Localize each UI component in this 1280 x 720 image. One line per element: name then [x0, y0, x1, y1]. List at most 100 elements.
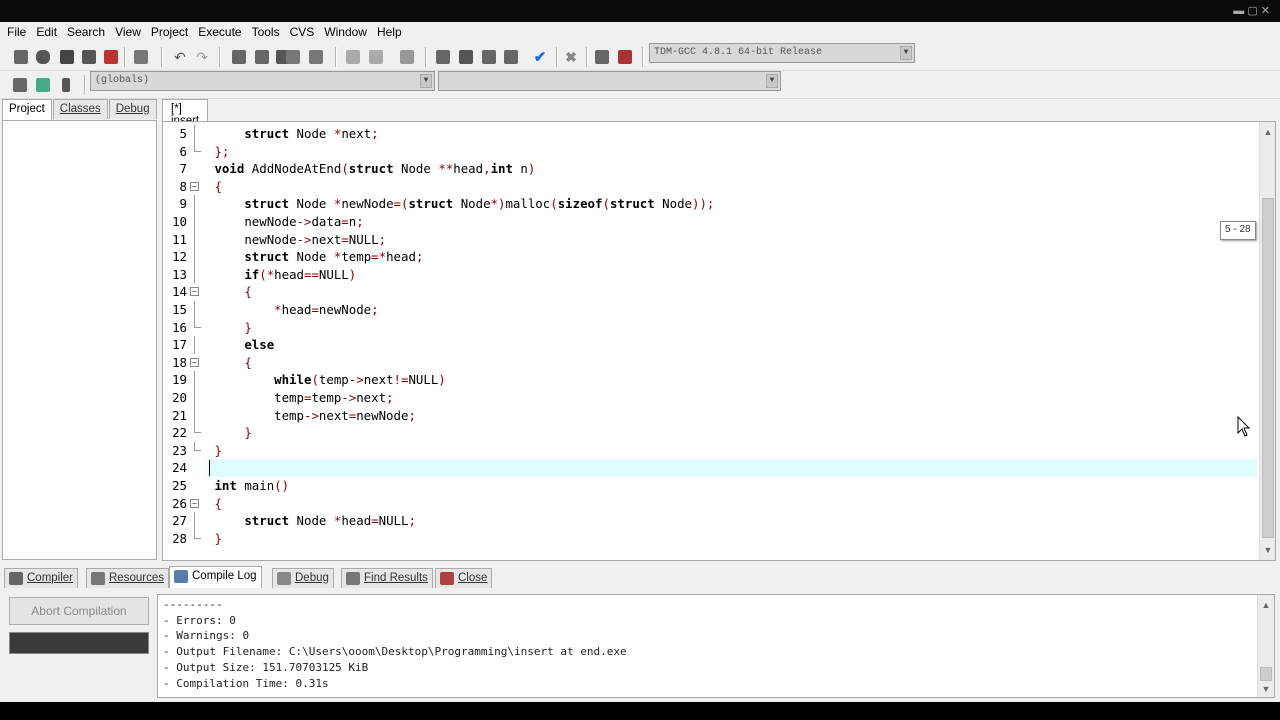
indent-icon[interactable] — [283, 47, 303, 67]
debug-icon[interactable] — [615, 47, 635, 67]
code-line[interactable]: { — [207, 178, 1257, 196]
code-line[interactable]: { — [207, 495, 1257, 513]
print-icon[interactable] — [131, 47, 151, 67]
menu-search[interactable]: Search — [64, 25, 112, 39]
code-line[interactable]: } — [207, 424, 1257, 442]
menu-view[interactable]: View — [112, 25, 148, 39]
compile-log-output[interactable]: ▲ ▼ --------- - Errors: 0 - Warnings: 0 - O… — [157, 594, 1275, 698]
code-line[interactable]: }; — [207, 143, 1257, 161]
code-line[interactable]: newNode->data=n; — [207, 213, 1257, 231]
line-number: 23 — [172, 442, 187, 458]
code-line[interactable]: temp=temp->next; — [207, 389, 1257, 407]
tab-compile-log[interactable]: Compile Log — [169, 566, 262, 588]
window-controls[interactable]: ▬ ▢ ✕ — [1233, 4, 1270, 17]
log-scrollbar[interactable]: ▲ ▼ — [1257, 595, 1274, 697]
menu-window[interactable]: Window — [321, 25, 374, 39]
compiler-select[interactable]: TDM-GCC 4.8.1 64-bit Release ▼ — [649, 43, 915, 63]
code-line[interactable]: } — [207, 530, 1257, 548]
fold-end-marker — [194, 441, 201, 451]
tab-close[interactable]: Close — [435, 568, 493, 588]
save-all-icon[interactable] — [79, 47, 99, 67]
code-line[interactable]: { — [207, 283, 1257, 301]
menu-tools[interactable]: Tools — [249, 25, 287, 39]
insert-icon[interactable] — [33, 75, 53, 95]
code-area[interactable]: struct Node *next; }; void AddNodeAtEnd(… — [207, 122, 1257, 560]
code-line[interactable]: temp->next=newNode; — [207, 407, 1257, 425]
code-line[interactable]: newNode->next=NULL; — [207, 231, 1257, 249]
open-file-icon[interactable] — [33, 47, 53, 67]
code-line[interactable]: } — [207, 319, 1257, 337]
scroll-up-icon[interactable]: ▲ — [1258, 597, 1274, 613]
menu-cvs[interactable]: CVS — [287, 25, 322, 39]
code-line[interactable]: while(temp->next!=NULL) — [207, 371, 1257, 389]
code-line[interactable]: else — [207, 336, 1257, 354]
code-line[interactable]: int main() — [207, 477, 1257, 495]
undo-icon[interactable]: ↶ — [170, 47, 190, 67]
scroll-up-icon[interactable]: ▲ — [1260, 124, 1275, 140]
syntax-check-icon[interactable]: ✔ — [530, 47, 550, 67]
tab-resources[interactable]: Resources — [86, 568, 169, 588]
chevron-down-icon: ▼ — [900, 46, 912, 60]
code-line[interactable]: struct Node *temp=*head; — [207, 248, 1257, 266]
fold-line-marker — [194, 125, 195, 143]
line-number: 13 — [172, 266, 187, 282]
fold-toggle-icon[interactable]: − — [190, 287, 199, 297]
run-icon[interactable] — [456, 47, 476, 67]
menu-execute[interactable]: Execute — [195, 25, 248, 39]
rebuild-all-icon[interactable] — [501, 47, 521, 67]
tab-debug[interactable]: Debug — [108, 99, 157, 119]
menu-project[interactable]: Project — [148, 25, 195, 39]
tab-classes[interactable]: Classes — [52, 99, 108, 119]
scope-select[interactable]: (globals) ▼ — [90, 71, 435, 91]
unindent-icon[interactable] — [306, 47, 326, 67]
tab-debug-bottom[interactable]: Debug — [272, 568, 334, 588]
gutter-line: 21 — [163, 406, 207, 425]
fold-toggle-icon[interactable]: − — [190, 357, 199, 367]
scroll-thumb[interactable] — [1262, 198, 1274, 538]
code-line[interactable]: if(*head==NULL) — [207, 266, 1257, 284]
code-line[interactable]: { — [207, 354, 1257, 372]
save-icon[interactable] — [57, 47, 77, 67]
code-line[interactable] — [207, 459, 1257, 477]
replace-icon[interactable] — [252, 47, 272, 67]
tab-project[interactable]: Project — [2, 99, 52, 121]
code-line[interactable]: struct Node *next; — [207, 125, 1257, 143]
log-line: - Output Filename: C:\Users\ooom\Desktop… — [163, 645, 627, 659]
code-line[interactable]: } — [207, 442, 1257, 460]
fold-toggle-icon[interactable]: − — [190, 498, 199, 508]
tab-compiler[interactable]: Compiler — [4, 568, 79, 588]
secondary-toolbar: (globals) ▼ ▼ — [0, 71, 1280, 99]
stop-icon[interactable]: ✖ — [561, 47, 581, 67]
code-line[interactable]: struct Node *newNode=(struct Node*)mallo… — [207, 195, 1257, 213]
fold-line-marker — [194, 301, 195, 319]
redo-icon[interactable]: ↷ — [192, 47, 212, 67]
code-editor[interactable]: 5 6 7 8−9 10 11 12 13 14−15 16 17 18−19 20 21 22 23 24 25… — [162, 121, 1276, 561]
editor-scrollbar[interactable]: ▲ ▼ — [1259, 122, 1275, 560]
scroll-thumb[interactable] — [1260, 667, 1272, 681]
tab-insert-at-end[interactable]: [*] insert at end.c — [162, 99, 209, 151]
close-file-icon[interactable] — [101, 47, 121, 67]
find-icon[interactable] — [229, 47, 249, 67]
scroll-down-icon[interactable]: ▼ — [1258, 681, 1274, 697]
project-tree[interactable] — [2, 120, 157, 560]
forward-icon[interactable] — [366, 47, 386, 67]
tab-find-results[interactable]: Find Results — [341, 568, 433, 588]
toggle-icon[interactable] — [56, 75, 76, 95]
scroll-down-icon[interactable]: ▼ — [1260, 542, 1275, 558]
back-icon[interactable] — [343, 47, 363, 67]
profile-icon[interactable] — [592, 47, 612, 67]
bookmark-icon[interactable] — [397, 47, 417, 67]
new-file-icon[interactable] — [11, 47, 31, 67]
abort-compilation-button[interactable]: Abort Compilation — [9, 597, 149, 625]
compile-run-icon[interactable] — [479, 47, 499, 67]
code-line[interactable]: struct Node *head=NULL; — [207, 512, 1257, 530]
menu-file[interactable]: File — [4, 25, 33, 39]
fold-toggle-icon[interactable]: − — [190, 181, 199, 191]
function-select[interactable]: ▼ — [438, 71, 781, 91]
code-line[interactable]: *head=newNode; — [207, 301, 1257, 319]
compile-icon[interactable] — [433, 47, 453, 67]
new-class-icon[interactable] — [10, 75, 30, 95]
menu-help[interactable]: Help — [374, 25, 409, 39]
menu-edit[interactable]: Edit — [33, 25, 64, 39]
code-line[interactable]: void AddNodeAtEnd(struct Node **head,int… — [207, 160, 1257, 178]
